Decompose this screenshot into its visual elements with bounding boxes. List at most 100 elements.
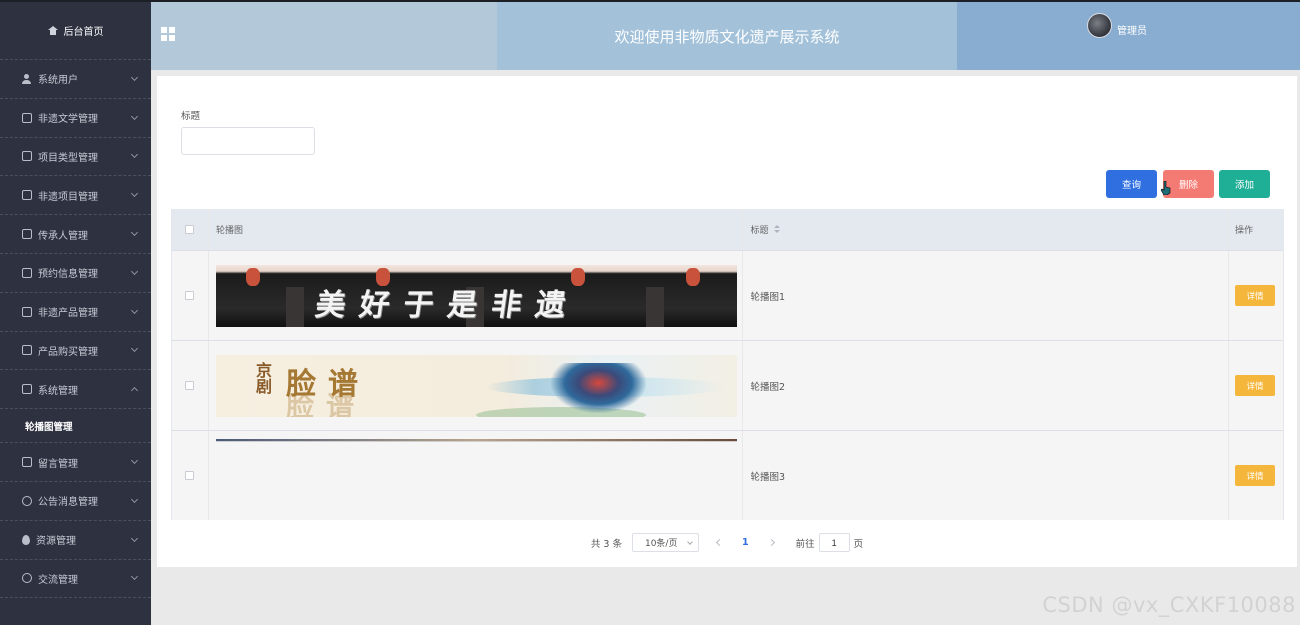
chevron-down-icon [130,306,139,314]
pagination: 共 3 条 10条/页 1 前往 页 [157,533,1297,552]
table-header: 轮播图 标题 操作 [172,209,1283,250]
sidebar-item-label: 资源管理 [36,536,76,548]
menu-grid-icon[interactable] [161,27,176,42]
header-checkbox-cell [172,209,209,250]
image-cell: 京剧 脸谱 脸谱 [209,341,744,430]
watermark: CSDN @vx_CXKF10088 [1042,593,1296,617]
row-checkbox-cell [172,341,209,430]
sidebar-home-label: 后台首页 [63,27,104,38]
goto-label: 前往 [795,538,815,550]
sidebar-item-notices[interactable]: 公告消息管理 [0,482,151,521]
document-icon [22,151,32,162]
detail-button[interactable]: 详情 [1235,375,1276,396]
sidebar-item-system-users[interactable]: 系统用户 [0,60,151,99]
image-cell: 美好于是非遗 [209,251,744,340]
home-icon [47,26,58,35]
sidebar-home[interactable]: 后台首页 [0,2,151,60]
sidebar-item-project-type[interactable]: 项目类型管理 [0,138,151,177]
sidebar-item-label: 系统用户 [38,75,78,87]
document-icon [22,112,32,123]
chevron-down-icon [130,534,139,542]
select-all-checkbox[interactable] [185,225,195,234]
sidebar-item-label: 非遗项目管理 [38,191,98,203]
page-size-select[interactable]: 10条/页 [631,533,699,552]
hand-cursor-icon [1161,181,1171,195]
sidebar-subitem-carousel[interactable]: 轮播图管理 [0,409,151,444]
header-user[interactable]: 管理员 [957,2,1300,70]
row-checkbox[interactable] [185,381,195,390]
title-search-input[interactable] [181,127,315,155]
sidebar-item-reservations[interactable]: 预约信息管理 [0,254,151,293]
column-header-action: 操作 [1235,226,1254,236]
column-header-title-label: 标题 [750,226,769,236]
page-number-current[interactable]: 1 [742,537,749,548]
sidebar-item-resources[interactable]: 资源管理 [0,521,151,560]
sidebar-item-label: 留言管理 [38,458,78,470]
sidebar-item-label: 公告消息管理 [38,497,98,509]
chevron-down-icon [687,538,693,545]
chevron-down-icon [130,345,139,353]
sidebar-item-inheritors[interactable]: 传承人管理 [0,215,151,254]
sidebar-item-label: 非遗文学管理 [38,114,98,126]
sidebar-item-label: 非遗产品管理 [38,308,98,320]
picture-icon [22,384,32,395]
action-cell: 详情 [1229,251,1283,340]
chevron-down-icon [130,267,139,275]
carousel-image-2: 京剧 脸谱 脸谱 [215,354,737,417]
title-cell: 轮播图3 [743,431,1230,520]
sidebar-item-label: 系统管理 [38,385,78,397]
chevron-down-icon [130,73,139,81]
header-left [151,2,497,70]
column-header-title[interactable]: 标题 [743,209,1230,250]
picture-icon [22,457,32,468]
chevron-up-icon [130,387,139,395]
sidebar-item-label: 交流管理 [38,574,78,586]
user-icon [22,73,32,84]
table-row: 轮播图3 详情 [172,430,1283,520]
document-icon [22,345,32,356]
sidebar-item-purchases[interactable]: 产品购买管理 [0,332,151,371]
prev-page-icon[interactable] [715,538,724,547]
page-title: 欢迎使用非物质文化遗产展示系统 [497,2,957,70]
top-header: 欢迎使用非物质文化遗产展示系统 管理员 [151,0,1300,70]
sidebar-item-system[interactable]: 系统管理 [0,370,151,410]
page-size-value: 10条/页 [644,539,678,549]
detail-button[interactable]: 详情 [1235,285,1276,306]
row-checkbox[interactable] [185,471,195,480]
add-button[interactable]: 添加 [1219,170,1270,198]
page-suffix: 页 [853,538,864,550]
title-cell: 轮播图1 [743,251,1230,340]
sidebar: 后台首页 系统用户 非遗文学管理 项目类型管理 非遗项目管理 传承人管理 预约信… [0,0,151,625]
banner-calligraphy: 美好于是非遗 [313,287,582,323]
goto-page-input[interactable] [818,533,850,552]
detail-button[interactable]: 详情 [1235,465,1276,486]
row-checkbox[interactable] [185,291,195,300]
chevron-down-icon [130,457,139,465]
sidebar-item-projects[interactable]: 非遗项目管理 [0,176,151,216]
chevron-down-icon [130,229,139,237]
table-row: 美好于是非遗 轮播图1 详情 [172,250,1283,340]
sidebar-item-messages[interactable]: 留言管理 [0,443,151,482]
table-row: 京剧 脸谱 脸谱 轮播图2 详情 [172,340,1283,430]
avatar[interactable] [1087,13,1112,38]
sidebar-item-literature[interactable]: 非遗文学管理 [0,99,151,138]
query-button[interactable]: 查询 [1106,170,1157,198]
sort-icon[interactable] [773,225,780,234]
info-icon [22,495,32,506]
sidebar-item-exchange[interactable]: 交流管理 [0,560,151,599]
chevron-down-icon [130,112,139,120]
sidebar-item-label: 传承人管理 [38,230,88,242]
next-page-icon[interactable] [767,538,775,547]
action-cell: 详情 [1229,431,1283,520]
banner-calligraphy: 脸谱 [285,366,370,402]
chevron-down-icon [130,495,139,503]
carousel-table: 轮播图 标题 操作 美好于是非遗 轮播图1 详情 京 剧 脸谱 脸谱 轮播图2 … [171,209,1284,520]
user-name[interactable]: 管理员 [1117,22,1147,37]
row-checkbox-cell [172,431,209,520]
sidebar-item-products[interactable]: 非遗产品管理 [0,293,151,332]
document-icon [22,190,32,201]
document-icon [22,306,32,317]
title-cell: 轮播图2 [743,341,1230,430]
location-icon [22,534,30,545]
carousel-image-3 [215,439,737,501]
